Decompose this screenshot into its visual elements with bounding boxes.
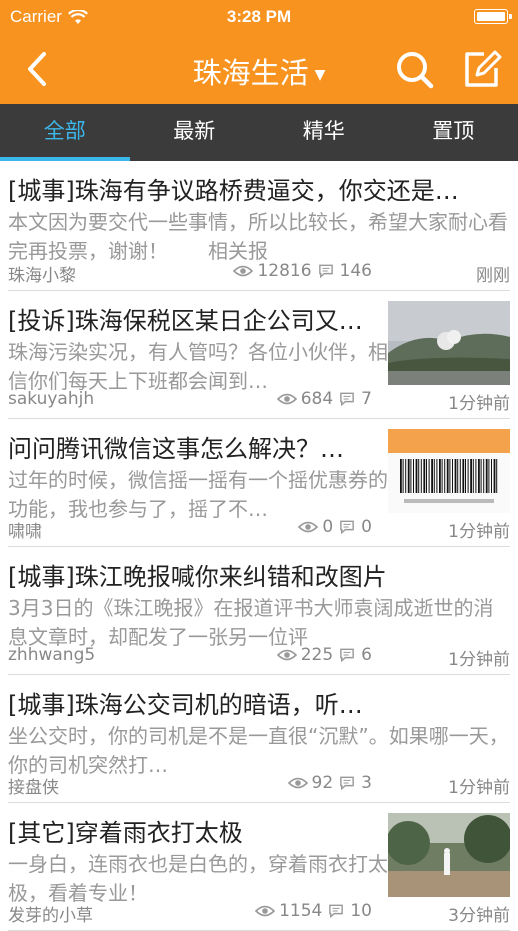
post-stats: 684 7 <box>277 389 372 409</box>
post-author: 珠海小黎 <box>8 261 76 286</box>
post-time: 刚刚 <box>476 261 510 286</box>
view-count: 1154 <box>279 901 322 921</box>
post-thumbnail-frame[interactable] <box>388 429 510 513</box>
battery-icon <box>474 9 508 24</box>
reply-count: 7 <box>361 389 372 409</box>
forum-title-dropdown[interactable]: 珠海生活 ▼ <box>0 50 518 92</box>
compose-icon[interactable] <box>462 48 502 90</box>
view-count: 12816 <box>257 261 311 281</box>
post-time: 3分钟前 <box>448 901 510 926</box>
post-excerpt: 一身白，连雨衣也是白色的，穿着雨衣打太极，看着专业！ <box>8 850 388 908</box>
views-icon <box>288 776 308 790</box>
post-thumbnail <box>388 813 510 897</box>
view-count: 92 <box>312 773 334 793</box>
post-title: [城事]珠海有争议路桥费逼交，你交还是… <box>8 171 510 206</box>
post-thumbnail-frame[interactable] <box>388 813 510 897</box>
views-icon <box>277 392 297 406</box>
search-icon[interactable] <box>394 49 436 91</box>
tab-featured[interactable]: 精华 <box>259 104 389 161</box>
view-count: 684 <box>301 389 333 409</box>
post-author: sakuyahjh <box>8 389 94 409</box>
reply-count: 3 <box>361 773 372 793</box>
post-title: [投诉]珠海保税区某日企公司又… <box>8 301 388 336</box>
replies-icon <box>337 648 357 662</box>
post-excerpt: 过年的时候，微信摇一摇有一个摇优惠券的功能，我也参与了，摇了不… <box>8 466 388 524</box>
post-author: 接盘侠 <box>8 773 59 798</box>
forum-title: 珠海生活 <box>193 56 309 90</box>
post-excerpt: 3月3日的《珠江晚报》在报道评书大师袁阔成逝世的消息文章时，却配发了一张另一位评 <box>8 594 510 652</box>
post-excerpt: 珠海污染实况，有人管吗？各位小伙伴，相信你们每天上下班都会闻到… <box>8 338 388 396</box>
post-item[interactable]: [城事]珠江晚报喊你来纠错和改图片3月3日的《珠江晚报》在报道评书大师袁阔成逝世… <box>8 547 510 675</box>
tab-all[interactable]: 全部 <box>0 104 130 161</box>
post-author: 发芽的小草 <box>8 901 93 926</box>
post-excerpt: 坐公交时，你的司机是不是一直很“沉默”。如果哪一天，你的司机突然打… <box>8 722 510 780</box>
post-item[interactable]: 问问腾讯微信这事怎么解决？…过年的时候，微信摇一摇有一个摇优惠券的功能，我也参与… <box>8 419 510 547</box>
post-stats: 12816 146 <box>233 261 372 281</box>
dropdown-caret-icon: ▼ <box>315 67 326 83</box>
post-time: 1分钟前 <box>448 389 510 414</box>
post-item[interactable]: [其它]穿着雨衣打太极一身白，连雨衣也是白色的，穿着雨衣打太极，看着专业！发芽的… <box>8 803 510 931</box>
post-stats: 00 <box>298 517 372 537</box>
post-title: [城事]珠江晚报喊你来纠错和改图片 <box>8 557 510 592</box>
status-time: 3:28 PM <box>0 7 518 27</box>
post-item[interactable]: [城事]珠海公交司机的暗语，听…坐公交时，你的司机是不是一直很“沉默”。如果哪一… <box>8 675 510 803</box>
nav-bar: 珠海生活 ▼ <box>0 34 518 104</box>
view-count: 225 <box>301 645 333 665</box>
post-item[interactable]: [投诉]珠海保税区某日企公司又…珠海污染实况，有人管吗？各位小伙伴，相信你们每天… <box>8 291 510 419</box>
post-time: 1分钟前 <box>448 645 510 670</box>
replies-icon <box>316 264 336 278</box>
post-time: 1分钟前 <box>448 773 510 798</box>
post-excerpt: 本文因为要交代一些事情，所以比较长，希望大家耐心看完再投票，谢谢！ 相关报 <box>8 208 510 266</box>
replies-icon <box>337 520 357 534</box>
views-icon <box>277 648 297 662</box>
replies-icon <box>337 392 357 406</box>
post-author: 啸啸 <box>8 517 42 542</box>
reply-count: 6 <box>361 645 372 665</box>
reply-count: 146 <box>340 261 372 281</box>
post-thumbnail-frame[interactable] <box>388 301 510 385</box>
post-author: zhhwang5 <box>8 645 95 665</box>
replies-icon <box>326 904 346 918</box>
tab-latest[interactable]: 最新 <box>130 104 260 161</box>
post-list: [城事]珠海有争议路桥费逼交，你交还是…本文因为要交代一些事情，所以比较长，希望… <box>0 161 518 931</box>
post-item[interactable]: [城事]珠海有争议路桥费逼交，你交还是…本文因为要交代一些事情，所以比较长，希望… <box>8 161 510 291</box>
tab-bar: 全部 最新 精华 置顶 <box>0 104 518 161</box>
views-icon <box>298 520 318 534</box>
post-title: [其它]穿着雨衣打太极 <box>8 813 388 848</box>
post-thumbnail <box>388 429 510 513</box>
post-title: [城事]珠海公交司机的暗语，听… <box>8 685 510 720</box>
replies-icon <box>337 776 357 790</box>
view-count: 0 <box>322 517 333 537</box>
post-stats: 92 3 <box>288 773 372 793</box>
post-stats: 225 6 <box>277 645 372 665</box>
reply-count: 0 <box>361 517 372 537</box>
views-icon <box>233 264 253 278</box>
reply-count: 10 <box>350 901 372 921</box>
post-time: 1分钟前 <box>448 517 510 542</box>
post-stats: 1154 10 <box>255 901 372 921</box>
status-bar: Carrier 3:28 PM <box>0 0 518 34</box>
post-title: 问问腾讯微信这事怎么解决？… <box>8 429 388 464</box>
post-thumbnail <box>388 301 510 385</box>
tab-pinned[interactable]: 置顶 <box>389 104 518 161</box>
views-icon <box>255 904 275 918</box>
